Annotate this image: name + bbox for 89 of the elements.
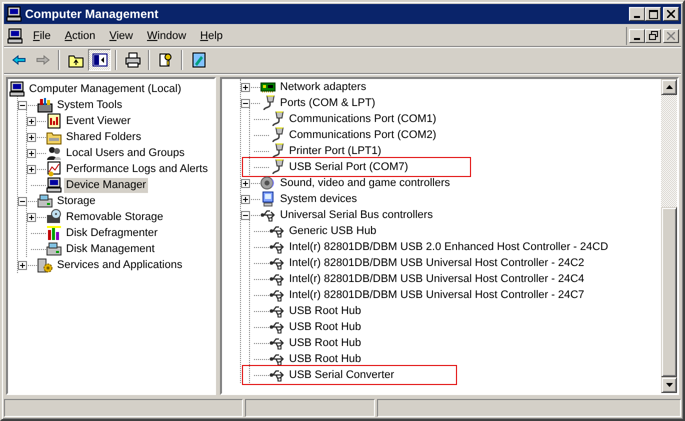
tree-item[interactable]: Removable Storage bbox=[64, 210, 166, 224]
tree-item[interactable]: Ports (COM & LPT) bbox=[278, 96, 378, 110]
tree-item[interactable]: Universal Serial Bus controllers bbox=[278, 208, 435, 222]
tree-item[interactable]: USB Serial Converter bbox=[287, 368, 396, 382]
tree-item[interactable]: USB Root Hub bbox=[287, 304, 364, 318]
tree-item[interactable]: USB Serial Port (COM7) bbox=[287, 160, 410, 174]
tree-item[interactable]: Communications Port (COM1) bbox=[287, 112, 438, 126]
menu-item[interactable]: Window bbox=[140, 28, 194, 42]
tree-item[interactable]: Local Users and Groups bbox=[64, 146, 187, 160]
collapse-icon[interactable] bbox=[18, 100, 27, 110]
tree-item[interactable]: Network adapters bbox=[278, 80, 368, 94]
tree-item[interactable]: Services and Applications bbox=[55, 258, 184, 272]
users-icon bbox=[46, 145, 62, 161]
expand-icon[interactable] bbox=[18, 260, 27, 270]
tree-item[interactable]: Sound, video and game controllers bbox=[278, 176, 452, 190]
tree-item[interactable]: Computer Management (Local) bbox=[27, 82, 184, 96]
tree-item[interactable]: USB Root Hub bbox=[287, 352, 364, 366]
back-arrow-icon bbox=[10, 52, 26, 68]
tree-item[interactable]: Performance Logs and Alerts bbox=[64, 162, 210, 176]
expand-icon[interactable] bbox=[27, 212, 36, 222]
computer-icon bbox=[9, 81, 25, 97]
minimize-icon bbox=[634, 16, 640, 18]
expand-icon[interactable] bbox=[241, 178, 250, 188]
tree-item[interactable]: System devices bbox=[278, 192, 360, 206]
tree-item[interactable]: Intel(r) 82801DB/DBM USB 2.0 Enhanced Host Controller - 24CD bbox=[287, 240, 610, 254]
tree-pane-icon bbox=[92, 52, 108, 68]
collapse-icon[interactable] bbox=[241, 98, 250, 108]
help-page-icon bbox=[158, 52, 174, 68]
bars-icon bbox=[46, 225, 62, 241]
menu-item[interactable]: Help bbox=[193, 28, 230, 42]
computer-icon bbox=[46, 177, 62, 193]
window-title: Computer Management bbox=[25, 7, 160, 21]
scroll-up-button[interactable] bbox=[661, 79, 677, 95]
menu-item[interactable]: File bbox=[26, 28, 58, 42]
scroll-down-button[interactable] bbox=[661, 377, 677, 393]
tree-item[interactable]: Intel(r) 82801DB/DBM USB Universal Host Controller - 24C7 bbox=[287, 288, 586, 302]
tree-item[interactable]: USB Root Hub bbox=[287, 320, 364, 334]
expand-icon[interactable] bbox=[27, 164, 36, 174]
tree-item[interactable]: Disk Defragmenter bbox=[64, 226, 160, 240]
down-arrow-icon bbox=[666, 383, 672, 388]
maximize-button[interactable] bbox=[645, 7, 661, 21]
menu-item[interactable]: View bbox=[102, 28, 140, 42]
chart-icon bbox=[46, 161, 62, 177]
tree-item[interactable]: System Tools bbox=[55, 98, 124, 112]
log-icon bbox=[46, 113, 62, 129]
minimize-button[interactable] bbox=[629, 7, 645, 21]
tree-item[interactable]: Device Manager bbox=[64, 178, 148, 192]
forward-arrow-icon bbox=[34, 52, 50, 68]
tree-item[interactable]: Event Viewer bbox=[64, 114, 133, 128]
computer-icon bbox=[6, 6, 22, 22]
minimize-button[interactable] bbox=[629, 28, 645, 42]
tree-item[interactable]: Generic USB Hub bbox=[287, 224, 378, 238]
tree-item[interactable]: Intel(r) 82801DB/DBM USB Universal Host Controller - 24C4 bbox=[287, 272, 586, 286]
expand-icon[interactable] bbox=[27, 132, 36, 142]
tree-item[interactable]: Disk Management bbox=[64, 242, 157, 256]
computer-icon bbox=[7, 28, 23, 44]
disc-icon bbox=[46, 209, 62, 225]
tree-item[interactable]: USB Root Hub bbox=[287, 336, 364, 350]
maximize-icon bbox=[648, 10, 658, 18]
toolbox-icon bbox=[37, 97, 53, 113]
collapse-icon[interactable] bbox=[18, 196, 27, 206]
restore-button[interactable] bbox=[645, 28, 661, 42]
tree-item[interactable]: Intel(r) 82801DB/DBM USB Universal Host Controller - 24C2 bbox=[287, 256, 586, 270]
speaker-icon bbox=[260, 175, 276, 191]
close-icon bbox=[667, 10, 675, 18]
minimize-icon bbox=[634, 38, 640, 40]
gear-icon bbox=[37, 257, 53, 273]
monitor-icon bbox=[260, 191, 276, 207]
restore-icon bbox=[648, 31, 658, 40]
tree-item[interactable]: Shared Folders bbox=[64, 130, 144, 144]
tree-pane-button[interactable] bbox=[88, 49, 111, 71]
close-button[interactable] bbox=[663, 28, 679, 42]
up-arrow-icon bbox=[666, 84, 672, 89]
close-button[interactable] bbox=[663, 7, 679, 21]
tree-item[interactable]: Communications Port (COM2) bbox=[287, 128, 438, 142]
close-icon bbox=[667, 32, 675, 40]
menu-item[interactable]: Action bbox=[58, 28, 102, 42]
drive-icon bbox=[46, 241, 62, 257]
console-icon bbox=[190, 52, 206, 68]
tree-item[interactable]: Storage bbox=[55, 194, 98, 208]
drive-icon bbox=[37, 193, 53, 209]
expand-icon[interactable] bbox=[27, 116, 36, 126]
collapse-icon[interactable] bbox=[241, 210, 250, 220]
expand-icon[interactable] bbox=[241, 82, 250, 92]
printer-icon bbox=[124, 52, 140, 68]
tree-item[interactable]: Printer Port (LPT1) bbox=[287, 144, 384, 158]
expand-icon[interactable] bbox=[27, 148, 36, 158]
expand-icon[interactable] bbox=[241, 194, 250, 204]
scrollbar-thumb[interactable] bbox=[661, 206, 677, 378]
